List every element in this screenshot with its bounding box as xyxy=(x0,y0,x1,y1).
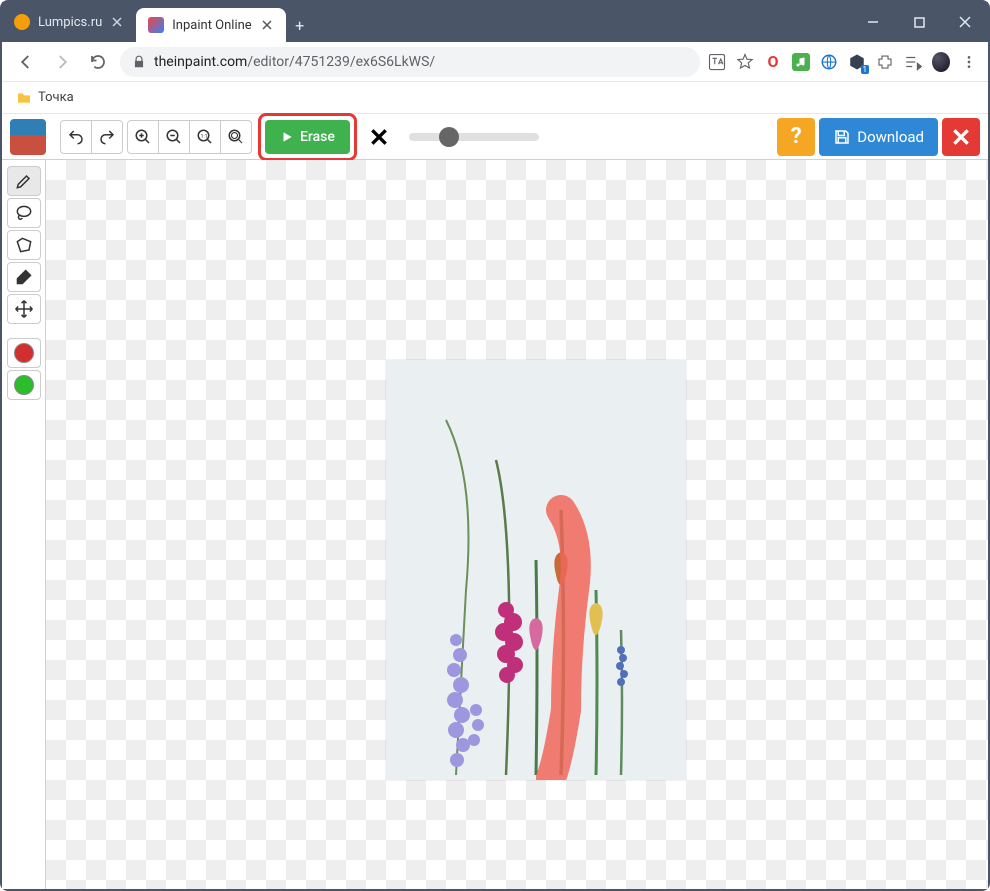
zoom-actual-button[interactable]: 1:1 xyxy=(189,120,221,154)
url-domain: theinpaint.com xyxy=(154,54,247,70)
app-toolbar: 1:1 Erase ? Download xyxy=(2,114,988,160)
menu-icon[interactable] xyxy=(960,53,978,71)
clear-mask-button[interactable] xyxy=(363,120,395,154)
erase-highlight: Erase xyxy=(258,113,357,161)
cube-ext-icon[interactable]: 1 xyxy=(848,53,866,71)
favicon-lumpics xyxy=(14,14,30,30)
brush-size-slider[interactable] xyxy=(409,133,539,141)
marker-tool[interactable] xyxy=(7,166,41,196)
help-button[interactable]: ? xyxy=(777,118,815,156)
lock-icon xyxy=(132,55,146,69)
extension-area: O 1 xyxy=(708,53,978,71)
erase-label: Erase xyxy=(300,129,335,145)
url-path: /editor/4751239/ex6S6LkWS/ xyxy=(247,54,435,70)
save-icon xyxy=(833,128,851,146)
zoom-fit-button[interactable] xyxy=(220,120,252,154)
undo-button[interactable] xyxy=(60,120,92,154)
favicon-inpaint xyxy=(148,17,164,33)
tab-lumpics[interactable]: Lumpics.ru xyxy=(2,2,136,42)
close-app-button[interactable] xyxy=(942,118,980,156)
new-tab-button[interactable]: + xyxy=(286,8,314,42)
maximize-button[interactable] xyxy=(896,2,942,42)
globe-ext-icon[interactable] xyxy=(820,53,838,71)
tab-title: Lumpics.ru xyxy=(38,15,102,30)
translate-icon[interactable] xyxy=(708,53,726,71)
color-green-button[interactable] xyxy=(7,370,41,400)
tab-close-icon[interactable] xyxy=(110,15,124,29)
reload-button[interactable] xyxy=(84,48,112,76)
window-titlebar: Lumpics.ru Inpaint Online + xyxy=(2,2,988,42)
polygon-tool[interactable] xyxy=(7,230,41,260)
download-button[interactable]: Download xyxy=(819,118,938,156)
app-logo xyxy=(10,119,46,155)
workspace xyxy=(2,160,988,889)
forward-button[interactable] xyxy=(48,48,76,76)
address-bar: theinpaint.com/editor/4751239/ex6S6LkWS/… xyxy=(2,42,988,82)
puzzle-ext-icon[interactable] xyxy=(876,53,894,71)
slider-thumb[interactable] xyxy=(439,127,459,147)
side-tool-panel xyxy=(2,160,46,889)
zoom-out-button[interactable] xyxy=(158,120,190,154)
tab-close-icon[interactable] xyxy=(260,18,274,32)
avatar-icon[interactable] xyxy=(932,53,950,71)
tab-inpaint[interactable]: Inpaint Online xyxy=(136,8,285,42)
lasso-tool[interactable] xyxy=(7,198,41,228)
svg-text:1:1: 1:1 xyxy=(201,133,208,139)
bookmark-label[interactable]: Точка xyxy=(38,90,74,105)
window-controls xyxy=(850,2,988,42)
minimize-button[interactable] xyxy=(850,2,896,42)
play-icon xyxy=(280,130,294,144)
move-tool[interactable] xyxy=(7,294,41,324)
url-field[interactable]: theinpaint.com/editor/4751239/ex6S6LkWS/ xyxy=(120,47,700,77)
download-label: Download xyxy=(857,128,924,146)
canvas-area[interactable] xyxy=(46,160,988,889)
redo-button[interactable] xyxy=(91,120,123,154)
playlist-ext-icon[interactable] xyxy=(904,53,922,71)
erase-button[interactable]: Erase xyxy=(265,120,350,154)
bookmarks-bar: Точка xyxy=(2,82,988,114)
back-button[interactable] xyxy=(12,48,40,76)
music-ext-icon[interactable] xyxy=(792,53,810,71)
folder-icon xyxy=(16,90,32,106)
edited-image[interactable] xyxy=(386,360,686,780)
opera-ext-icon[interactable]: O xyxy=(764,53,782,71)
tab-title: Inpaint Online xyxy=(172,18,251,33)
eraser-tool[interactable] xyxy=(7,262,41,292)
color-red-button[interactable] xyxy=(7,338,41,368)
star-icon[interactable] xyxy=(736,53,754,71)
zoom-in-button[interactable] xyxy=(127,120,159,154)
close-window-button[interactable] xyxy=(942,2,988,42)
